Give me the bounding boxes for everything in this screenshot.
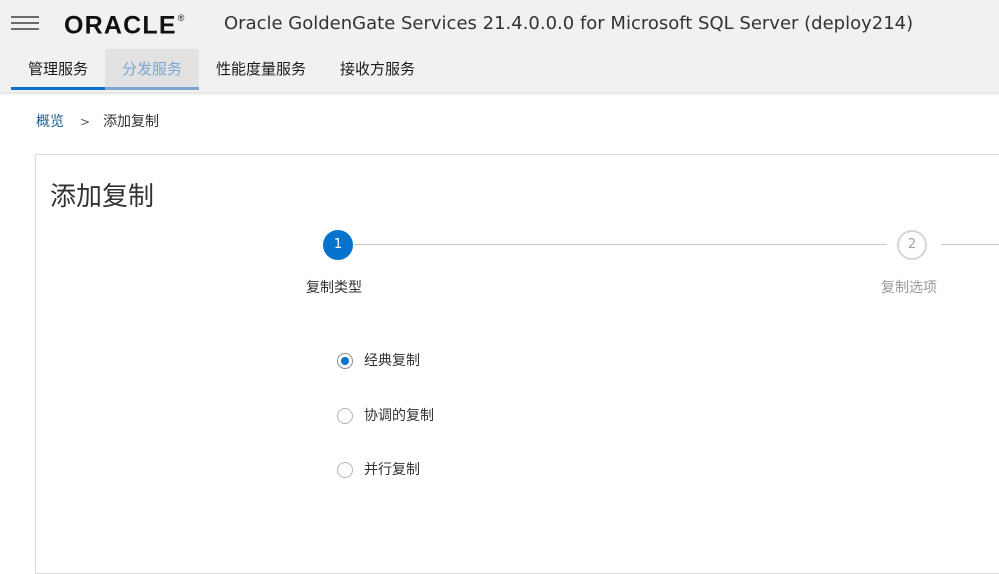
tab-performance-metrics-service[interactable]: 性能度量服务 (199, 49, 323, 90)
step-2-label: 复制选项 (881, 280, 937, 296)
step-connector-line (354, 244, 887, 245)
step-2-indicator[interactable]: 2 (897, 230, 927, 260)
app-title: Oracle GoldenGate Services 21.4.0.0.0 fo… (224, 13, 914, 34)
option-label: 并行复制 (364, 462, 420, 478)
tab-distribution-service[interactable]: 分发服务 (105, 49, 200, 90)
hamburger-line (11, 28, 39, 30)
breadcrumb: 概览 > 添加复制 (36, 112, 159, 132)
page-title: 添加复制 (50, 182, 155, 212)
option-label: 经典复制 (364, 353, 420, 369)
breadcrumb-current: 添加复制 (103, 114, 160, 130)
registered-mark: ® (177, 13, 185, 23)
hamburger-menu-icon[interactable] (10, 12, 40, 34)
radio-button[interactable] (337, 408, 353, 424)
radio-button-checked[interactable] (337, 353, 353, 369)
add-replicat-panel: 添加复制 1 复制类型 2 复制选项 经典复制 协调的复制 并行复制 (35, 154, 999, 574)
option-label: 协调的复制 (364, 408, 434, 424)
tab-receiver-service[interactable]: 接收方服务 (323, 49, 432, 90)
option-coordinated-replicat[interactable]: 协调的复制 (337, 405, 434, 427)
tab-administration-service[interactable]: 管理服务 (11, 49, 106, 90)
hamburger-line (11, 22, 39, 24)
option-classic-replicat[interactable]: 经典复制 (337, 350, 420, 372)
logo-text: ORACLE (64, 11, 177, 40)
oracle-logo[interactable]: ORACLE® (64, 6, 184, 40)
step-connector-line (941, 244, 999, 245)
hamburger-line (11, 16, 39, 18)
radio-button[interactable] (337, 462, 353, 478)
top-header: ORACLE® Oracle GoldenGate Services 21.4.… (0, 0, 999, 93)
step-1-label: 复制类型 (306, 280, 362, 296)
step-1-indicator[interactable]: 1 (323, 230, 353, 260)
breadcrumb-overview-link[interactable]: 概览 (36, 114, 64, 130)
breadcrumb-separator: > (80, 115, 91, 129)
service-tabs: 管理服务 分发服务 性能度量服务 接收方服务 (11, 49, 432, 90)
option-parallel-replicat[interactable]: 并行复制 (337, 459, 420, 481)
